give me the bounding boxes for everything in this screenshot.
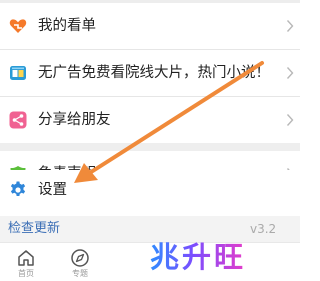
home-icon [18,250,34,266]
compass-icon [71,249,89,267]
section-gap [0,143,300,151]
tab-label: 首页 [18,269,34,278]
tab-home[interactable]: 首页 [4,243,48,281]
chevron-right-icon [286,114,294,126]
menu-item-label: 我的看单 [38,18,96,34]
menu-item-label: 分享给朋友 [38,112,111,128]
check-update-label[interactable]: 检查更新 [8,220,60,238]
check-update-bar[interactable]: 检查更新 v3.2 [0,216,300,242]
chevron-right-icon [286,67,294,79]
gear-icon [10,181,26,196]
menu-item-my-list[interactable]: 我的看单 [0,3,300,49]
menu-item-label: 无广告免费看院线大片，热门小说！ [38,65,270,81]
tab-topics[interactable]: 专题 [58,243,102,281]
tab-label: 专题 [72,269,88,278]
version-text: v3.2 [250,222,277,236]
chevron-right-icon [286,20,294,32]
share-icon [9,111,27,129]
menu-item-settings[interactable]: 设置 [0,170,300,216]
menu-item-ad-free[interactable]: 无广告免费看院线大片，热门小说！ [0,50,300,96]
heart-icon [9,19,27,33]
book-icon [10,66,26,80]
watermark-logo: 兆升旺 [150,240,247,274]
menu-item-label: 设置 [38,182,67,198]
menu-item-share[interactable]: 分享给朋友 [0,97,300,143]
